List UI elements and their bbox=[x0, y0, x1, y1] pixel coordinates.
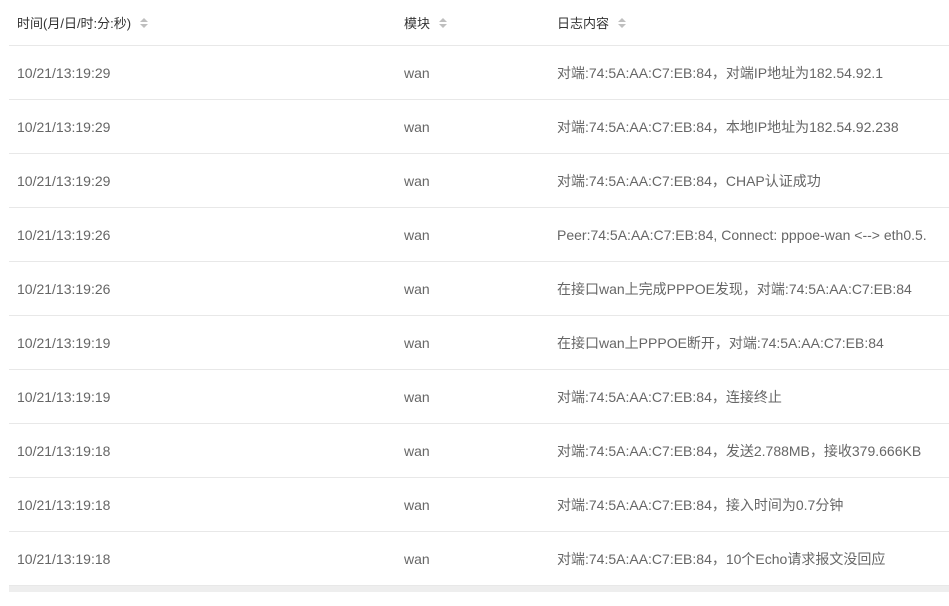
log-cell: 对端:74:5A:AA:C7:EB:84，连接终止 bbox=[557, 388, 782, 405]
column-header-time[interactable]: 时间(月/日/时:分:秒) bbox=[9, 13, 396, 32]
module-cell: wan bbox=[404, 388, 430, 405]
table-row: 10/21/13:19:18 wan 对端:74:5A:AA:C7:EB:84，… bbox=[9, 478, 949, 532]
log-table: 时间(月/日/时:分:秒) 模块 日志内容 10/21/13:19:29 wan… bbox=[9, 0, 949, 586]
time-cell: 10/21/13:19:26 bbox=[17, 226, 111, 243]
table-row: 10/21/13:19:29 wan 对端:74:5A:AA:C7:EB:84，… bbox=[9, 154, 949, 208]
sort-ascending-icon[interactable] bbox=[439, 17, 448, 22]
sort-icon[interactable] bbox=[140, 17, 149, 28]
time-cell: 10/21/13:19:29 bbox=[17, 172, 111, 189]
log-cell: 对端:74:5A:AA:C7:EB:84，对端IP地址为182.54.92.1 bbox=[557, 64, 884, 81]
time-cell: 10/21/13:19:29 bbox=[17, 118, 111, 135]
module-cell: wan bbox=[404, 496, 430, 513]
column-header-module[interactable]: 模块 bbox=[396, 13, 549, 32]
column-header-time-label: 时间(月/日/时:分:秒) bbox=[17, 16, 132, 31]
sort-ascending-icon[interactable] bbox=[140, 17, 149, 22]
table-row: 10/21/13:19:18 wan 对端:74:5A:AA:C7:EB:84，… bbox=[9, 532, 949, 586]
time-cell: 10/21/13:19:26 bbox=[17, 280, 111, 297]
module-cell: wan bbox=[404, 172, 430, 189]
log-cell: 对端:74:5A:AA:C7:EB:84，接入时间为0.7分钟 bbox=[557, 496, 844, 513]
table-row: 10/21/13:19:29 wan 对端:74:5A:AA:C7:EB:84，… bbox=[9, 46, 949, 100]
sort-ascending-icon[interactable] bbox=[618, 17, 627, 22]
time-cell: 10/21/13:19:18 bbox=[17, 550, 111, 567]
column-header-module-label: 模块 bbox=[404, 16, 431, 31]
module-cell: wan bbox=[404, 334, 430, 351]
column-header-log-label: 日志内容 bbox=[557, 16, 610, 31]
sort-descending-icon[interactable] bbox=[618, 23, 627, 28]
module-cell: wan bbox=[404, 118, 430, 135]
time-cell: 10/21/13:19:19 bbox=[17, 334, 111, 351]
module-cell: wan bbox=[404, 280, 430, 297]
log-cell: 对端:74:5A:AA:C7:EB:84，CHAP认证成功 bbox=[557, 172, 821, 189]
log-cell: 对端:74:5A:AA:C7:EB:84，本地IP地址为182.54.92.23… bbox=[557, 118, 899, 135]
time-cell: 10/21/13:19:29 bbox=[17, 64, 111, 81]
log-cell: 对端:74:5A:AA:C7:EB:84，10个Echo请求报文没回应 bbox=[557, 550, 886, 567]
sort-descending-icon[interactable] bbox=[140, 23, 149, 28]
table-footer-bar bbox=[9, 586, 949, 592]
sort-descending-icon[interactable] bbox=[439, 23, 448, 28]
sort-icon[interactable] bbox=[618, 17, 627, 28]
module-cell: wan bbox=[404, 550, 430, 567]
log-cell: 对端:74:5A:AA:C7:EB:84，发送2.788MB，接收379.666… bbox=[557, 442, 922, 459]
table-row: 10/21/13:19:18 wan 对端:74:5A:AA:C7:EB:84，… bbox=[9, 424, 949, 478]
module-cell: wan bbox=[404, 442, 430, 459]
time-cell: 10/21/13:19:19 bbox=[17, 388, 111, 405]
time-cell: 10/21/13:19:18 bbox=[17, 496, 111, 513]
table-row: 10/21/13:19:19 wan 对端:74:5A:AA:C7:EB:84，… bbox=[9, 370, 949, 424]
column-header-log[interactable]: 日志内容 bbox=[549, 13, 949, 32]
log-cell: 在接口wan上PPPOE断开，对端:74:5A:AA:C7:EB:84 bbox=[557, 334, 884, 351]
module-cell: wan bbox=[404, 226, 430, 243]
table-header: 时间(月/日/时:分:秒) 模块 日志内容 bbox=[9, 0, 949, 46]
table-row: 10/21/13:19:26 wan 在接口wan上完成PPPOE发现，对端:7… bbox=[9, 262, 949, 316]
table-row: 10/21/13:19:29 wan 对端:74:5A:AA:C7:EB:84，… bbox=[9, 100, 949, 154]
time-cell: 10/21/13:19:18 bbox=[17, 442, 111, 459]
sort-icon[interactable] bbox=[439, 17, 448, 28]
log-cell: 在接口wan上完成PPPOE发现，对端:74:5A:AA:C7:EB:84 bbox=[557, 280, 912, 297]
log-cell: Peer:74:5A:AA:C7:EB:84, Connect: pppoe-w… bbox=[557, 226, 927, 243]
table-row: 10/21/13:19:19 wan 在接口wan上PPPOE断开，对端:74:… bbox=[9, 316, 949, 370]
module-cell: wan bbox=[404, 64, 430, 81]
table-row: 10/21/13:19:26 wan Peer:74:5A:AA:C7:EB:8… bbox=[9, 208, 949, 262]
